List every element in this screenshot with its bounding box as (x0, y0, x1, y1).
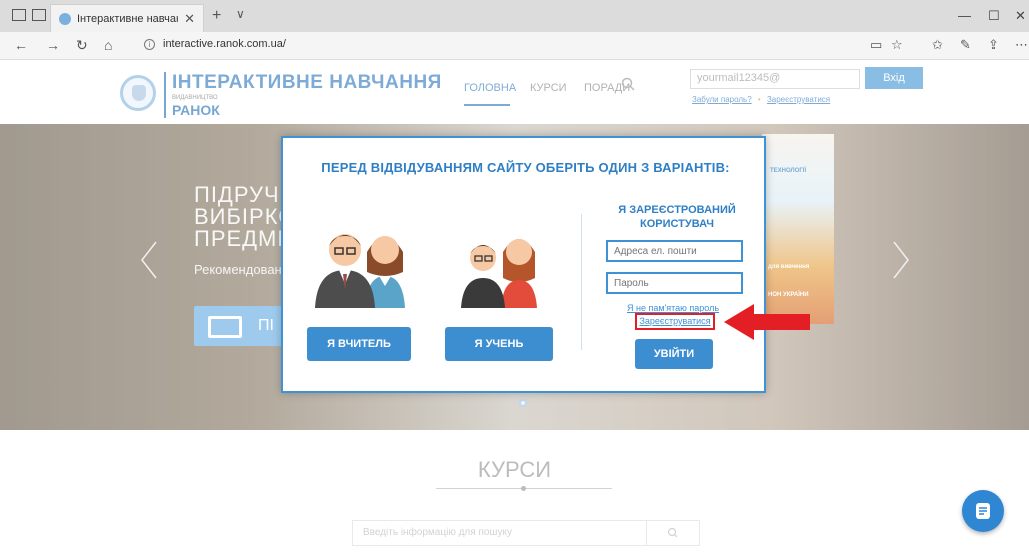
site-favicon-icon (59, 12, 71, 25)
modal-email-field[interactable] (606, 240, 743, 262)
chat-icon (976, 503, 990, 519)
browser-tab[interactable]: Інтерактивне навчання ✕ (50, 4, 204, 32)
web-notes-icon[interactable]: ✎ (960, 37, 971, 53)
teacher-button[interactable]: Я ВЧИТЕЛЬ (307, 327, 411, 361)
enter-button[interactable]: УВІЙТИ (635, 339, 713, 369)
tab-actions-icon[interactable] (12, 9, 26, 21)
register-link[interactable]: Зареєструватися (635, 313, 715, 330)
back-icon[interactable]: ← (14, 37, 28, 53)
browser-tab-bar: Інтерактивне навчання ✕ + ∨ — ☐ ✕ (0, 0, 1029, 32)
address-bar: ← → ↻ ⌂ i interactive.ranok.com.ua/ ▭ ☆ … (0, 32, 1029, 60)
tab-title: Інтерактивне навчання (77, 12, 178, 25)
favorites-hub-icon[interactable]: ✩ (932, 37, 943, 53)
close-window-icon[interactable]: ✕ (1015, 8, 1026, 24)
reading-view-icon[interactable]: ▭ (870, 37, 882, 53)
registered-user-title: Я ЗАРЕЄСТРОВАНИЙ КОРИСТУВАЧ (618, 204, 736, 230)
maximize-icon[interactable]: ☐ (988, 8, 1000, 24)
modal-divider (581, 214, 582, 350)
new-tab-icon[interactable]: + (212, 7, 221, 25)
site-info-icon[interactable]: i (144, 38, 155, 50)
url-text: interactive.ranok.com.ua/ (163, 38, 286, 50)
tab-list-icon[interactable]: ∨ (236, 7, 245, 21)
forgot-password-link[interactable]: Я не пам'ятаю пароль (627, 303, 719, 313)
tab-close-icon[interactable]: ✕ (184, 11, 195, 27)
refresh-icon[interactable]: ↻ (76, 37, 88, 54)
choose-role-modal: ПЕРЕД ВІДВІДУВАННЯМ САЙТУ ОБЕРІТЬ ОДИН З… (281, 136, 766, 393)
forward-icon[interactable]: → (46, 37, 60, 53)
home-icon[interactable]: ⌂ (104, 37, 112, 53)
share-icon[interactable]: ⇪ (988, 37, 999, 53)
set-tabs-aside-icon[interactable] (32, 9, 46, 21)
teachers-illustration (315, 234, 405, 308)
modal-password-field[interactable] (606, 272, 743, 294)
student-button[interactable]: Я УЧЕНЬ (445, 327, 553, 361)
modal-title: ПЕРЕД ВІДВІДУВАННЯМ САЙТУ ОБЕРІТЬ ОДИН З… (321, 160, 730, 175)
favorite-star-icon[interactable]: ☆ (891, 37, 903, 53)
url-field[interactable]: i interactive.ranok.com.ua/ (144, 38, 286, 50)
students-illustration (461, 239, 537, 308)
more-icon[interactable]: ⋯ (1015, 37, 1028, 53)
minimize-icon[interactable]: — (958, 8, 971, 23)
annotation-arrow-icon (724, 304, 810, 340)
